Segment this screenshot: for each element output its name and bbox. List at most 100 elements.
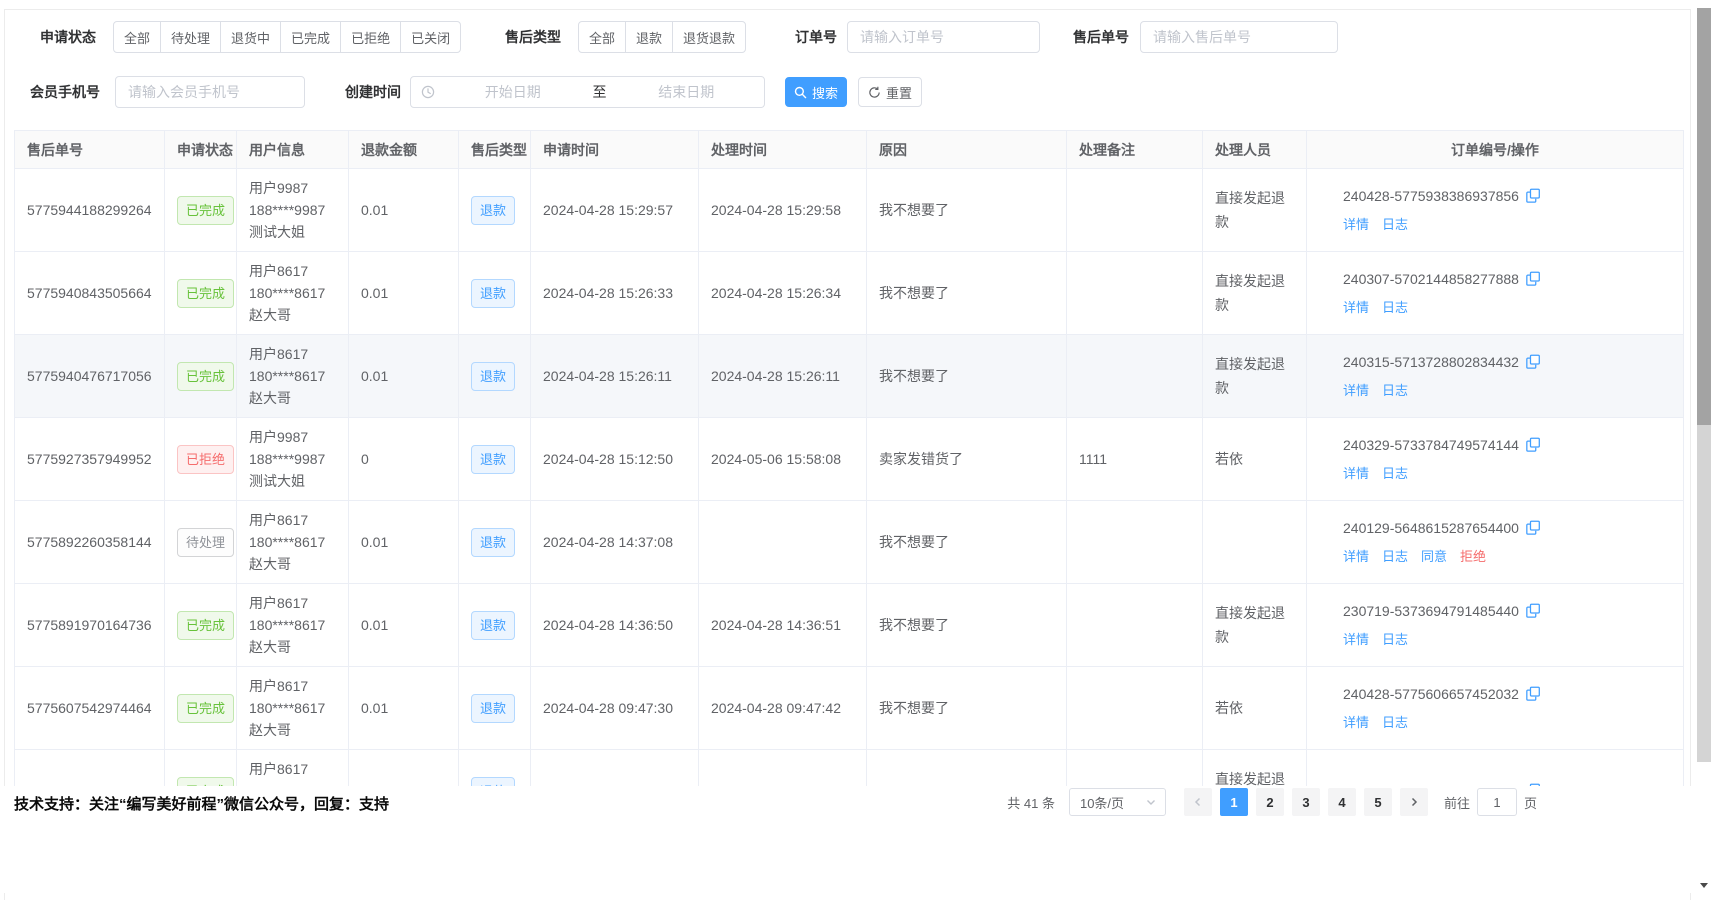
handler: 直接发起退款	[1215, 352, 1294, 400]
status-cell: 已完成	[165, 169, 237, 252]
approve-link[interactable]: 同意	[1421, 546, 1447, 565]
row-actions: 详情日志	[1343, 214, 1671, 233]
after-sales-id: 5775892260358144	[27, 534, 152, 550]
column-header: 申请时间	[531, 131, 699, 169]
apply-time-cell: 2024-04-28 14:37:08	[531, 501, 699, 584]
copy-icon[interactable]	[1525, 686, 1541, 702]
type-badge: 退款	[471, 362, 515, 391]
log-link[interactable]: 日志	[1382, 712, 1408, 731]
user-info-line: 用户8617	[249, 758, 336, 780]
handle-time-cell: 2024-04-28 15:26:11	[699, 335, 867, 418]
date-range-picker[interactable]: 开始日期 至 结束日期	[410, 76, 765, 108]
user-info-line: 用户8617	[249, 509, 336, 531]
scrollbar-down-button[interactable]	[1697, 878, 1711, 893]
after-sales-id-cell: 5775944188299264	[15, 169, 165, 252]
scrollbar-thumb[interactable]	[1697, 8, 1711, 425]
detail-link[interactable]: 详情	[1343, 380, 1369, 399]
column-header: 订单编号/操作	[1307, 131, 1684, 169]
status-filter-option[interactable]: 退货中	[220, 21, 281, 53]
user-info-line: 用户8617	[249, 260, 336, 282]
prev-page-button[interactable]	[1184, 788, 1212, 816]
log-link[interactable]: 日志	[1382, 629, 1408, 648]
reject-link[interactable]: 拒绝	[1460, 546, 1486, 565]
clock-icon	[421, 85, 435, 99]
page-button-4[interactable]: 4	[1328, 788, 1356, 816]
status-filter-option[interactable]: 待处理	[160, 21, 221, 53]
order-number: 230719-5373694791485440	[1343, 603, 1519, 619]
column-header: 处理人员	[1203, 131, 1307, 169]
type-filter-option[interactable]: 全部	[578, 21, 626, 53]
search-button[interactable]: 搜索	[785, 77, 847, 107]
reason-cell: 我不想要了	[867, 169, 1067, 252]
type-cell: 退款	[459, 418, 531, 501]
status-filter-option[interactable]: 已完成	[280, 21, 341, 53]
refund-amount-cell: 0.01	[349, 335, 459, 418]
page-buttons: 12345	[1216, 788, 1396, 816]
copy-icon[interactable]	[1525, 271, 1541, 287]
after-sales-id: 5775944188299264	[27, 202, 152, 218]
refund-amount-cell: 0.01	[349, 667, 459, 750]
order-actions-cell: 240329-5733784749574144详情日志	[1307, 418, 1684, 501]
remark-cell	[1067, 584, 1203, 667]
after-sales-id: 5775940476717056	[27, 368, 152, 384]
copy-icon[interactable]	[1525, 437, 1541, 453]
user-info-line: 用户8617	[249, 343, 336, 365]
status-filter-option[interactable]: 已拒绝	[340, 21, 401, 53]
goto-page-input[interactable]	[1477, 788, 1517, 816]
status-filter-option[interactable]: 已关闭	[400, 21, 461, 53]
apply-time: 2024-04-28 14:37:08	[543, 534, 673, 550]
after-sales-id: 5775940843505664	[27, 285, 152, 301]
status-filter-label: 申请状态	[40, 21, 96, 53]
user-info-line: 赵大哥	[249, 387, 336, 409]
handle-time-cell	[699, 501, 867, 584]
page-button-3[interactable]: 3	[1292, 788, 1320, 816]
detail-link[interactable]: 详情	[1343, 463, 1369, 482]
type-filter-option[interactable]: 退款	[625, 21, 673, 53]
phone-input[interactable]	[115, 76, 305, 108]
user-info-cell: 用户9987188****9987测试大姐	[237, 418, 349, 501]
apply-time: 2024-04-28 15:26:11	[543, 368, 672, 384]
log-link[interactable]: 日志	[1382, 546, 1408, 565]
apply-time-cell: 2024-04-28 15:12:50	[531, 418, 699, 501]
log-link[interactable]: 日志	[1382, 463, 1408, 482]
column-header: 用户信息	[237, 131, 349, 169]
log-link[interactable]: 日志	[1382, 380, 1408, 399]
copy-icon[interactable]	[1525, 188, 1541, 204]
type-badge: 退款	[471, 445, 515, 474]
user-info-line: 测试大姐	[249, 470, 336, 492]
user-info-line: 赵大哥	[249, 719, 336, 741]
detail-link[interactable]: 详情	[1343, 629, 1369, 648]
end-date-placeholder[interactable]: 结束日期	[609, 82, 765, 102]
detail-link[interactable]: 详情	[1343, 214, 1369, 233]
user-info-line: 赵大哥	[249, 636, 336, 658]
reset-button[interactable]: 重置	[858, 77, 922, 107]
user-info-line: 赵大哥	[249, 304, 336, 326]
log-link[interactable]: 日志	[1382, 214, 1408, 233]
copy-icon[interactable]	[1525, 354, 1541, 370]
start-date-placeholder[interactable]: 开始日期	[435, 82, 591, 102]
status-filter-option[interactable]: 全部	[113, 21, 161, 53]
column-header: 原因	[867, 131, 1067, 169]
reason: 卖家发错货了	[879, 451, 963, 467]
order-no-input[interactable]	[847, 21, 1040, 53]
table-row: 5775940843505664已完成用户8617180****8617赵大哥0…	[15, 252, 1684, 335]
handler-cell: 直接发起退款	[1203, 169, 1307, 252]
page-button-5[interactable]: 5	[1364, 788, 1392, 816]
refund-amount: 0.01	[361, 617, 388, 633]
type-filter-option[interactable]: 退货退款	[672, 21, 746, 53]
log-link[interactable]: 日志	[1382, 297, 1408, 316]
next-page-button[interactable]	[1400, 788, 1428, 816]
detail-link[interactable]: 详情	[1343, 712, 1369, 731]
page-button-1[interactable]: 1	[1220, 788, 1248, 816]
vertical-scrollbar[interactable]	[1697, 0, 1711, 893]
copy-icon[interactable]	[1525, 603, 1541, 619]
detail-link[interactable]: 详情	[1343, 297, 1369, 316]
after-sales-id-cell: 5775607542974464	[15, 667, 165, 750]
copy-icon[interactable]	[1525, 520, 1541, 536]
service-no-input[interactable]	[1140, 21, 1338, 53]
remark-cell	[1067, 169, 1203, 252]
page-size-select[interactable]: 10条/页	[1069, 788, 1166, 816]
page-button-2[interactable]: 2	[1256, 788, 1284, 816]
user-info-line: 188****9987	[249, 199, 336, 221]
detail-link[interactable]: 详情	[1343, 546, 1369, 565]
